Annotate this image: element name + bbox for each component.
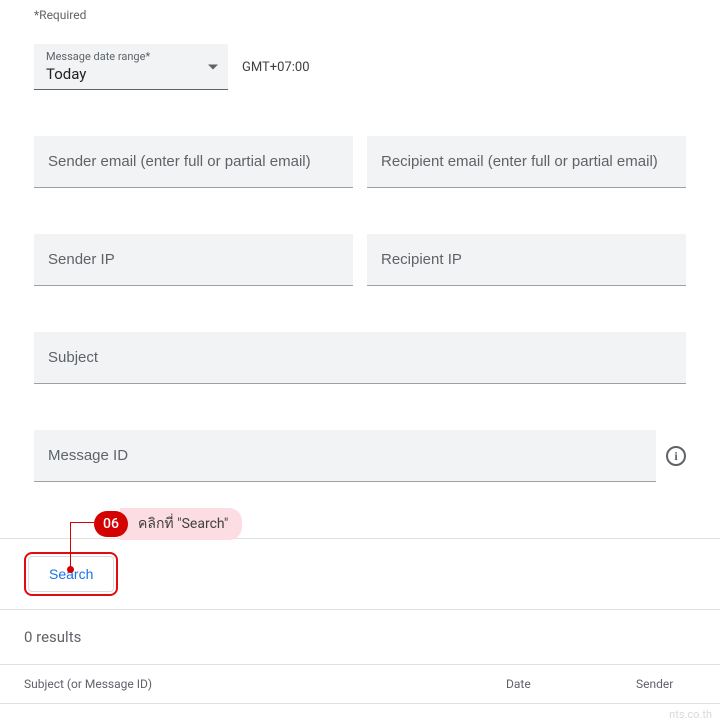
callout-text: คลิกที่ "Search" — [120, 508, 242, 540]
date-range-select[interactable]: Message date range* Today — [34, 44, 228, 90]
leader-dot — [67, 566, 74, 573]
search-button-highlight: Search — [24, 552, 118, 596]
sender-email-input[interactable] — [34, 136, 353, 188]
message-id-row: i — [34, 430, 686, 482]
search-form: *Required Message date range* Today GMT+… — [0, 0, 720, 500]
date-range-row: Message date range* Today GMT+07:00 — [34, 44, 686, 90]
callout-annotation: 06 คลิกที่ "Search" — [34, 500, 720, 538]
subject-row — [34, 332, 686, 384]
date-range-value: Today — [46, 65, 218, 83]
subject-input[interactable] — [34, 332, 686, 384]
message-id-input[interactable] — [34, 430, 656, 482]
column-date: Date — [506, 677, 636, 691]
info-icon[interactable]: i — [666, 446, 686, 466]
date-range-label: Message date range* — [46, 50, 218, 63]
ip-row — [34, 234, 686, 286]
results-count: 0 results — [0, 610, 720, 665]
recipient-email-input[interactable] — [367, 136, 686, 188]
callout-step-number: 06 — [94, 511, 128, 537]
results-table-header: Subject (or Message ID) Date Sender — [0, 665, 720, 704]
recipient-ip-input[interactable] — [367, 234, 686, 286]
column-sender: Sender — [636, 677, 696, 691]
required-label: *Required — [34, 8, 686, 22]
sender-ip-input[interactable] — [34, 234, 353, 286]
watermark: nts.co.th — [0, 704, 720, 725]
email-row — [34, 136, 686, 188]
column-subject: Subject (or Message ID) — [24, 677, 506, 691]
action-bar: Search — [0, 538, 720, 610]
leader-line — [70, 522, 94, 523]
leader-line — [70, 522, 71, 569]
search-button[interactable]: Search — [28, 556, 114, 592]
chevron-down-icon — [208, 64, 218, 69]
timezone-label: GMT+07:00 — [242, 60, 310, 75]
